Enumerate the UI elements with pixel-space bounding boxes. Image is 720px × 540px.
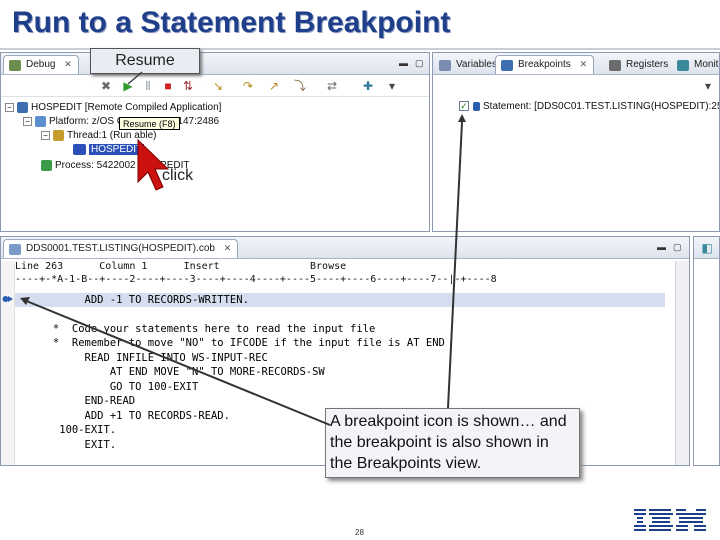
- resume-icon[interactable]: ▶: [121, 79, 135, 93]
- debug-tabbar: Debug ✕ ▬ ▢: [1, 53, 429, 75]
- maximize-icon[interactable]: ▢: [415, 58, 424, 69]
- thread-icon: [53, 129, 64, 141]
- monitor-icon: [677, 60, 689, 71]
- breakpoints-tabbar: Variables Breakpoints ✕ Registers Monito…: [433, 53, 719, 75]
- editor-status-line: Line 263 Column 1 Insert Browse: [15, 261, 347, 272]
- view-menu-icon[interactable]: ▾: [701, 79, 715, 93]
- breakpoint-marker-icon[interactable]: [2, 294, 14, 304]
- editor-scrollbar[interactable]: [675, 261, 689, 465]
- code-line[interactable]: AT END MOVE "N" TO MORE-RECORDS-SW: [15, 365, 325, 379]
- page-number: 28: [355, 528, 364, 537]
- view-menu-icon[interactable]: ▾: [385, 79, 399, 93]
- tab-registers[interactable]: Registers: [603, 55, 675, 74]
- code-line[interactable]: EXIT.: [15, 438, 117, 452]
- slide-title: Run to a Statement Breakpoint: [12, 6, 451, 39]
- code-line[interactable]: GO TO 100-EXIT: [15, 380, 199, 394]
- breakpoint-enabled-checkbox[interactable]: ✓: [459, 101, 469, 112]
- tab-label: Monitor: [694, 59, 719, 70]
- editor-ruler: ----+-*A-1-B--+----2----+----3----+----4…: [15, 274, 497, 285]
- outline-tabbar: ◧: [694, 237, 719, 259]
- close-icon[interactable]: ✕: [580, 59, 588, 69]
- registers-icon: [609, 60, 621, 71]
- connect-icon[interactable]: ✚: [361, 79, 375, 93]
- bug-icon: [9, 60, 21, 71]
- collapse-icon[interactable]: −: [5, 102, 14, 112]
- tab-label: Registers: [626, 59, 669, 70]
- tab-variables[interactable]: Variables: [433, 55, 504, 74]
- statement-breakpoint-icon: [473, 101, 480, 111]
- resume-callout: Resume: [90, 48, 200, 74]
- animated-step-icon[interactable]: ⤵: [293, 79, 307, 93]
- tab-monitor[interactable]: Monitor: [671, 55, 719, 74]
- editor-tabbar: DDS0001.TEST.LISTING(HOSPEDIT).cob ✕ ▬ ▢: [1, 237, 689, 259]
- close-icon[interactable]: ✕: [64, 59, 72, 69]
- code-line[interactable]: END-READ: [15, 394, 136, 408]
- code-line[interactable]: ADD +1 TO RECORDS-READ.: [15, 409, 230, 423]
- process-icon: [41, 159, 52, 171]
- minimize-icon[interactable]: ▬: [399, 58, 408, 68]
- collapse-icon[interactable]: −: [23, 116, 32, 126]
- disconnect-icon[interactable]: ⇅: [181, 79, 195, 93]
- remove-launches-icon[interactable]: ✖: [99, 79, 113, 93]
- tree-label: HOSPEDIT [Remote Compiled Application]: [31, 102, 222, 113]
- step-into-icon[interactable]: ↘: [211, 79, 225, 93]
- tree-node-application[interactable]: − HOSPEDIT [Remote Compiled Application]: [5, 101, 221, 115]
- debug-toolbar: ✖ ▶ Ⅱ ■ ⇅ ↘ ↷ ↗ ⤵ ⇄ ✚ ▾: [1, 75, 429, 97]
- tab-label: Variables: [456, 59, 497, 70]
- tree-label: Thread:1 (Run able): [67, 130, 157, 141]
- step-over-icon[interactable]: ↷: [241, 79, 255, 93]
- click-callout: click: [162, 167, 194, 184]
- collapse-icon[interactable]: −: [41, 130, 50, 140]
- debug-view: Debug ✕ ▬ ▢ ✖ ▶ Ⅱ ■ ⇅ ↘ ↷ ↗ ⤵ ⇄ ✚ ▾ − HOS…: [0, 52, 430, 232]
- breakpoint-label: Statement: [DDS0C01.TEST.LISTING(HOSPEDI…: [483, 101, 720, 112]
- tab-label: Breakpoints: [518, 59, 571, 70]
- resume-tooltip: Resume (F8): [119, 117, 180, 130]
- tab-editor-label: DDS0001.TEST.LISTING(HOSPEDIT).cob: [26, 243, 215, 254]
- cobol-file-icon: [9, 244, 21, 255]
- outline-view: ◧: [693, 236, 720, 466]
- code-line[interactable]: 100-EXIT.: [15, 423, 116, 437]
- suspend-icon[interactable]: Ⅱ: [141, 79, 155, 93]
- code-line[interactable]: READ INFILE INTO WS-INPUT-REC: [15, 351, 268, 365]
- outline-icon[interactable]: ◧: [700, 241, 714, 255]
- breakpoints-toolbar: ▾: [433, 75, 719, 97]
- breakpoint-callout: A breakpoint icon is shown… and the brea…: [325, 408, 580, 478]
- close-icon[interactable]: ✕: [224, 243, 232, 253]
- variables-icon: [439, 60, 451, 71]
- breakpoints-view: Variables Breakpoints ✕ Registers Monito…: [432, 52, 720, 232]
- breakpoints-icon: [501, 60, 513, 71]
- tree-node-stackframe[interactable]: HOSPEDIT: [73, 143, 145, 157]
- terminate-icon[interactable]: ■: [161, 79, 175, 93]
- tab-debug-label: Debug: [26, 59, 56, 70]
- code-line[interactable]: * Code your statements here to read the …: [15, 322, 375, 336]
- tab-editor-file[interactable]: DDS0001.TEST.LISTING(HOSPEDIT).cob ✕: [3, 239, 239, 258]
- tab-debug[interactable]: Debug ✕: [3, 55, 79, 74]
- editor-gutter[interactable]: [1, 261, 15, 465]
- step-filter-icon[interactable]: ⇄: [325, 79, 339, 93]
- tree-node-thread[interactable]: − Thread:1 (Run able): [41, 129, 157, 143]
- step-return-icon[interactable]: ↗: [267, 79, 281, 93]
- stack-frame-icon: [73, 143, 86, 155]
- tab-breakpoints[interactable]: Breakpoints ✕: [495, 55, 595, 74]
- maximize-icon[interactable]: ▢: [673, 242, 682, 253]
- minimize-icon[interactable]: ▬: [657, 242, 666, 252]
- tree-label-selected: HOSPEDIT: [89, 144, 145, 155]
- code-line[interactable]: * Remember to move "NO" to IFCODE if the…: [15, 336, 445, 350]
- code-line-current[interactable]: ADD -1 TO RECORDS-WRITTEN.: [15, 293, 665, 307]
- breakpoint-row[interactable]: ✓ Statement: [DDS0C01.TEST.LISTING(HOSPED…: [459, 101, 720, 112]
- ibm-logo: [634, 509, 706, 531]
- platform-icon: [35, 115, 46, 127]
- application-icon: [17, 101, 28, 113]
